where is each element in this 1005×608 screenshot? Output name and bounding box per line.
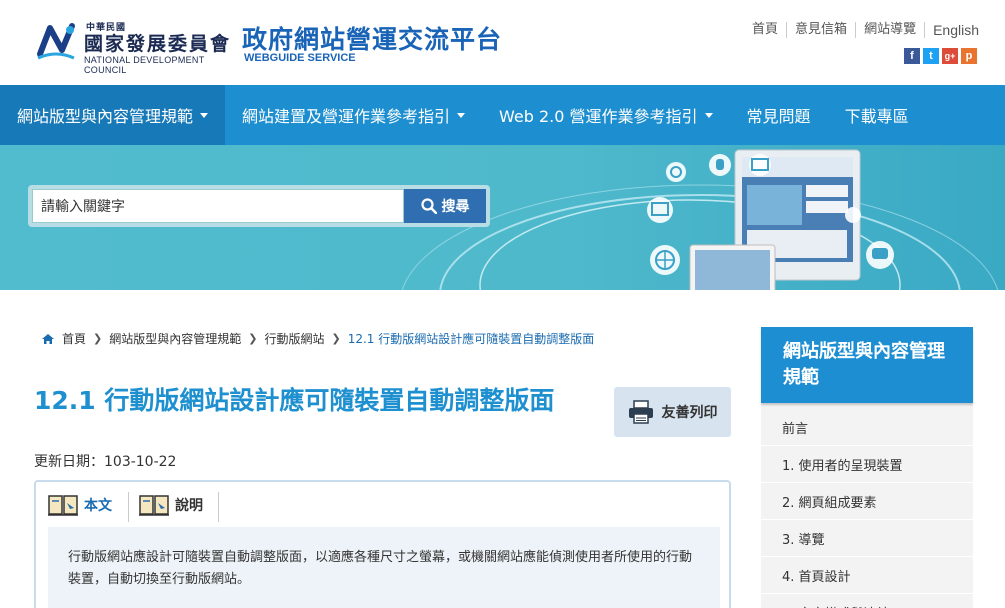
chevron-right-icon: ❯	[248, 332, 258, 345]
toplink-feedback[interactable]: 意見信箱	[787, 22, 857, 38]
sidebar: 網站版型與內容管理規範 前言 1. 使用者的呈現裝置 2. 網頁組成要素 3. …	[761, 327, 973, 608]
googleplus-icon[interactable]: g+	[942, 48, 958, 64]
caret-down-icon	[704, 112, 713, 118]
toplink-home[interactable]: 首頁	[744, 22, 788, 38]
ndc-logo-icon[interactable]	[34, 20, 78, 64]
sidebar-item-devices[interactable]: 1. 使用者的呈現裝置	[761, 446, 973, 483]
nav-item-faq[interactable]: 常見問題	[730, 85, 828, 145]
search-button-label: 搜尋	[441, 199, 470, 215]
breadcrumb-home[interactable]: 首頁	[62, 330, 86, 347]
nav-item-web20-guide[interactable]: Web 2.0 營運作業參考指引	[482, 85, 730, 145]
chevron-right-icon: ❯	[93, 332, 103, 345]
sidebar-item-navigation[interactable]: 3. 導覽	[761, 520, 973, 557]
nav-item-label: 網站建置及營運作業參考指引	[242, 107, 451, 126]
ndc-logo-text[interactable]: 中華民國 國家發展委員會 NATIONAL DEVELOPMENT COUNCI…	[84, 20, 234, 75]
sidebar-item-page-elements[interactable]: 2. 網頁組成要素	[761, 483, 973, 520]
printer-icon	[628, 400, 653, 424]
caret-down-icon	[457, 112, 466, 118]
logo-big-text: 國家發展委員會	[84, 33, 232, 55]
caret-down-icon	[200, 112, 209, 118]
logo-en-text: NATIONAL DEVELOPMENT COUNCIL	[84, 55, 205, 75]
breadcrumb-mobile-site[interactable]: 行動版網站	[264, 330, 324, 347]
tab-label: 本文	[84, 498, 112, 514]
tab-main-text[interactable]: 本文	[48, 494, 112, 516]
site-subtitle: WEBGUIDE SERVICE	[244, 52, 356, 64]
sidebar-item-text-links[interactable]: 5. 文字樣式與連結	[761, 594, 973, 608]
twitter-icon[interactable]: t	[923, 48, 939, 64]
tab-label: 說明	[175, 498, 203, 514]
article-body: 行動版網站應設計可隨裝置自動調整版面，以適應各種尺寸之螢幕，或機關網站應能偵測使…	[48, 527, 720, 608]
breadcrumb-current: 12.1 行動版網站設計應可隨裝置自動調整版面	[347, 332, 595, 346]
search-input[interactable]	[32, 189, 404, 223]
breadcrumb-layout-spec[interactable]: 網站版型與內容管理規範	[109, 330, 241, 347]
nav-item-layout-content-spec[interactable]: 網站版型與內容管理規範	[0, 85, 226, 145]
chevron-right-icon: ❯	[331, 332, 341, 345]
sidebar-list: 前言 1. 使用者的呈現裝置 2. 網頁組成要素 3. 導覽 4. 首頁設計 5…	[761, 409, 973, 608]
nav-item-label: 常見問題	[746, 107, 811, 126]
sidebar-item-homepage-design[interactable]: 4. 首頁設計	[761, 557, 973, 594]
nav-item-build-guide[interactable]: 網站建置及營運作業參考指引	[225, 85, 482, 145]
print-button-label: 友善列印	[661, 405, 718, 421]
page-title: 12.1 行動版網站設計應可隨裝置自動調整版面	[34, 386, 555, 415]
nav-item-download[interactable]: 下載專區	[828, 85, 926, 145]
book-icon	[48, 495, 78, 516]
nav-item-label: Web 2.0 營運作業參考指引	[499, 107, 698, 126]
hero-banner: 搜尋	[0, 145, 1005, 290]
site-header: 中華民國 國家發展委員會 NATIONAL DEVELOPMENT COUNCI…	[0, 0, 1005, 85]
nav-item-label: 網站版型與內容管理規範	[17, 107, 194, 126]
tab-divider	[128, 492, 129, 522]
logo-small-text: 中華民國	[86, 23, 127, 33]
tab-explanation[interactable]: 說明	[139, 494, 203, 516]
top-links: 首頁 意見信箱 網站導覽 English	[744, 22, 979, 38]
print-button[interactable]: 友善列印	[614, 387, 731, 437]
main-nav: 網站版型與內容管理規範 網站建置及營運作業參考指引 Web 2.0 營運作業參考…	[0, 85, 1005, 145]
breadcrumb: 首頁 ❯ 網站版型與內容管理規範 ❯ 行動版網站 ❯ 12.1 行動版網站設計應…	[42, 330, 594, 347]
nav-item-label: 下載專區	[844, 107, 909, 126]
content-tabs: 本文 說明 行動版網站應設計可隨裝置自動調整版面，以適應各種尺寸之螢幕，或機關網…	[34, 480, 731, 608]
site-title[interactable]: 政府網站營運交流平台	[242, 20, 502, 56]
facebook-icon[interactable]: f	[904, 48, 920, 64]
search-button[interactable]: 搜尋	[404, 189, 486, 223]
tab-divider	[218, 492, 219, 522]
update-date: 更新日期：103-10-22	[34, 454, 177, 470]
search-bar: 搜尋	[28, 185, 490, 227]
search-icon	[420, 198, 437, 214]
social-links: f t g+ p	[904, 48, 977, 64]
sidebar-item-preface[interactable]: 前言	[761, 409, 973, 446]
book-icon	[139, 495, 169, 516]
home-icon	[42, 333, 54, 344]
sidebar-title: 網站版型與內容管理規範	[761, 327, 973, 403]
toplink-sitemap[interactable]: 網站導覽	[856, 22, 926, 38]
toplink-english[interactable]: English	[925, 22, 979, 38]
plurk-icon[interactable]: p	[961, 48, 977, 64]
